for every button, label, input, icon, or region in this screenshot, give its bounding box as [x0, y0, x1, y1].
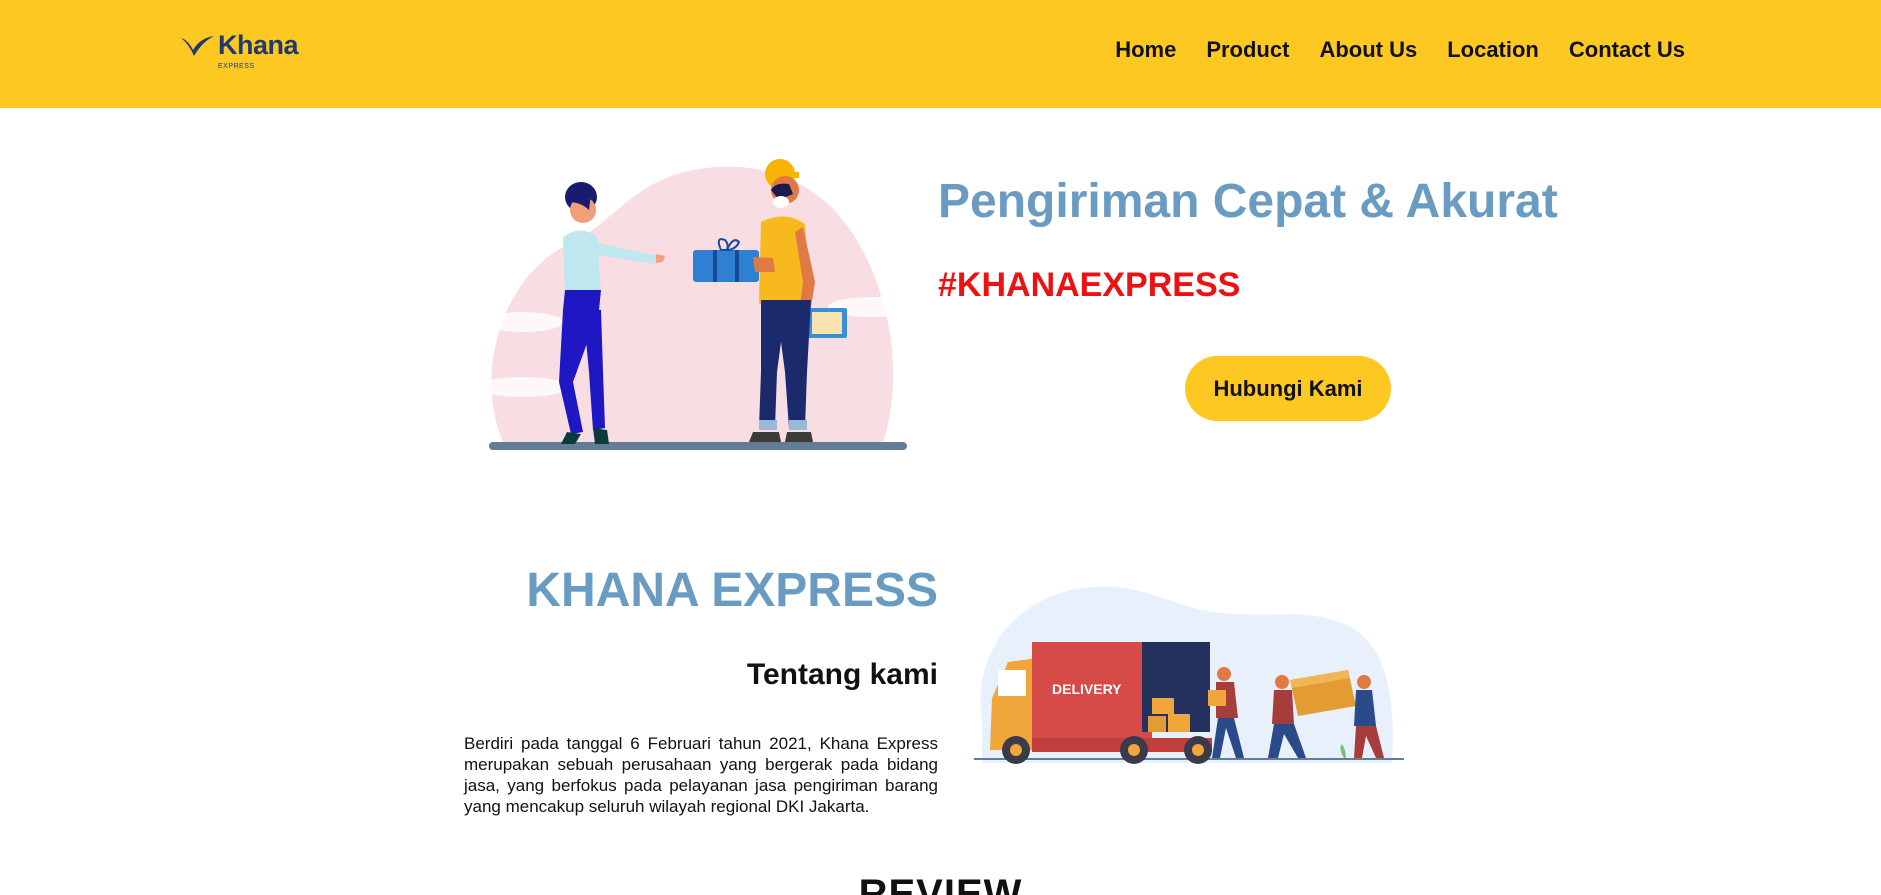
- about-subtitle: Tentang kami: [746, 658, 938, 691]
- logo-wordmark: Khana: [218, 30, 299, 60]
- about-title: KHANA EXPRESS: [526, 564, 938, 617]
- hero-title: Pengiriman Cepat & Akurat: [938, 175, 1558, 228]
- nav-contact-us[interactable]: Contact Us: [1569, 36, 1685, 64]
- hero-delivery-illustration: [478, 159, 918, 450]
- delivery-truck-illustration: DELIVERY: [974, 586, 1404, 764]
- page: Khana EXPRESS Home Product About Us Loca…: [0, 0, 1881, 895]
- hero-hashtag: #KHANAEXPRESS: [938, 266, 1241, 304]
- contact-us-button[interactable]: Hubungi Kami: [1185, 356, 1391, 421]
- nav-location[interactable]: Location: [1447, 36, 1539, 64]
- nav-home[interactable]: Home: [1115, 36, 1176, 64]
- main-nav: Home Product About Us Location Contact U…: [1085, 36, 1685, 64]
- logo-link[interactable]: Khana EXPRESS: [180, 28, 305, 74]
- about-description: Berdiri pada tanggal 6 Februari tahun 20…: [464, 734, 938, 816]
- truck-label: DELIVERY: [1052, 681, 1122, 697]
- navbar: Khana EXPRESS Home Product About Us Loca…: [0, 0, 1881, 108]
- bird-logo-icon: [181, 36, 214, 56]
- review-heading: REVIEW: [858, 872, 1023, 895]
- logo-tagline: EXPRESS: [218, 63, 255, 70]
- nav-about-us[interactable]: About Us: [1319, 36, 1417, 64]
- nav-product[interactable]: Product: [1206, 36, 1289, 64]
